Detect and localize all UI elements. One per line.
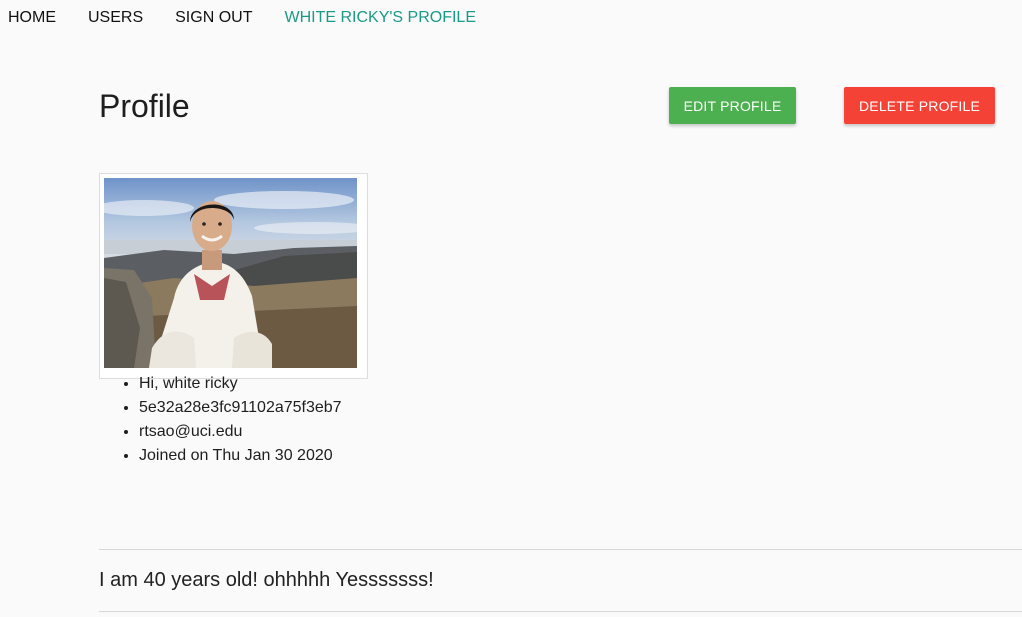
profile-info-list: Hi, white ricky 5e32a28e3fc91102a75f3eb7… xyxy=(99,372,342,468)
bio-divider-bottom xyxy=(99,611,1022,612)
profile-photo-frame xyxy=(99,173,368,379)
nav-home-link[interactable]: HOME xyxy=(8,0,56,36)
greeting-item: Hi, white ricky xyxy=(139,372,342,396)
nav-profile-link[interactable]: WHITE RICKY'S PROFILE xyxy=(284,0,476,36)
page-title: Profile xyxy=(99,88,190,124)
edit-profile-button[interactable]: EDIT PROFILE xyxy=(669,87,796,124)
bio-text: I am 40 years old! ohhhhh Yesssssss! xyxy=(99,569,434,591)
delete-profile-button[interactable]: DELETE PROFILE xyxy=(844,87,995,124)
profile-photo xyxy=(104,178,357,368)
nav-users-link[interactable]: USERS xyxy=(88,0,143,36)
nav-sign-out-link[interactable]: SIGN OUT xyxy=(175,0,252,36)
email-item: rtsao@uci.edu xyxy=(139,420,342,444)
user-id-item: 5e32a28e3fc91102a75f3eb7 xyxy=(139,396,342,420)
joined-date-item: Joined on Thu Jan 30 2020 xyxy=(139,444,342,468)
bio-divider-top xyxy=(99,549,1022,550)
top-nav: HOME USERS SIGN OUT WHITE RICKY'S PROFIL… xyxy=(0,0,508,36)
